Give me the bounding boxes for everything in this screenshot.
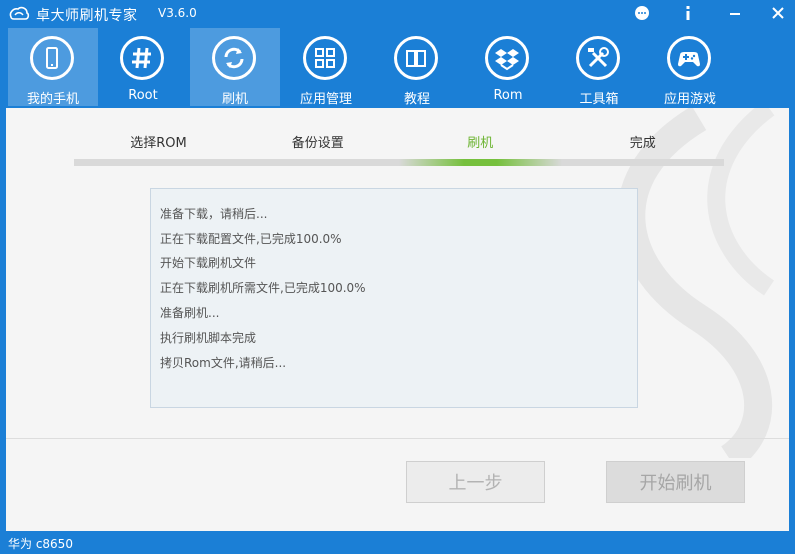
nav-label: 工具箱: [579, 92, 619, 107]
step-backup-settings: 备份设置: [291, 136, 344, 151]
apps-grid-icon: [303, 36, 347, 80]
info-icon[interactable]: [668, 0, 708, 26]
nav-rom[interactable]: Rom: [463, 28, 553, 106]
flash-log-panel: 准备下载，请稍后... 正在下载配置文件,已完成100.0% 开始下载刷机文件 …: [150, 188, 638, 408]
book-icon: [394, 36, 438, 80]
box-icon: [485, 36, 529, 80]
step-flash: 刷机: [467, 136, 494, 151]
step-done: 完成: [629, 136, 656, 151]
nav-label: Root: [128, 88, 158, 103]
main-nav: 我的手机 Root 刷机 应用管理 教程 Rom 工具箱 应用游戏: [0, 28, 795, 107]
hash-icon: [120, 36, 164, 80]
title-bar[interactable]: 卓大师刷机专家 V3.6.0: [0, 0, 795, 28]
nav-flash[interactable]: 刷机: [190, 28, 280, 107]
start-flash-button[interactable]: 开始刷机: [606, 461, 745, 503]
phone-icon: [30, 36, 74, 80]
step-progress-fill: [399, 159, 562, 166]
nav-tutorial[interactable]: 教程: [372, 28, 462, 107]
nav-label: Rom: [493, 88, 523, 103]
nav-label: 应用游戏: [663, 92, 716, 107]
tools-icon: [576, 36, 620, 80]
device-name: 华为 c8650: [8, 537, 73, 551]
logo-icon: [9, 6, 30, 20]
step-progress-track: [74, 159, 724, 166]
nav-label: 教程: [403, 92, 430, 107]
nav-label: 刷机: [221, 92, 248, 107]
nav-app-manage[interactable]: 应用管理: [281, 28, 371, 107]
app-title: 卓大师刷机专家: [36, 8, 138, 24]
nav-root[interactable]: Root: [98, 28, 188, 106]
nav-label: 应用管理: [299, 92, 352, 107]
app-version: V3.6.0: [158, 6, 197, 20]
log-line: 正在下载刷机所需文件,已完成100.0%: [160, 281, 366, 295]
step-indicator: 选择ROM 备份设置 刷机 完成: [74, 132, 724, 152]
log-line: 拷贝Rom文件,请稍后...: [160, 356, 287, 370]
minimize-icon[interactable]: [715, 0, 755, 26]
close-icon[interactable]: [758, 0, 795, 26]
nav-my-phone[interactable]: 我的手机: [8, 28, 98, 107]
log-line: 执行刷机脚本完成: [160, 331, 257, 345]
message-icon[interactable]: [622, 0, 662, 26]
log-line: 准备刷机...: [160, 306, 220, 320]
app-window: 卓大师刷机专家 V3.6.0 我的手机 Root 刷机 应用管理 教程 Rom …: [0, 0, 795, 554]
nav-app-games[interactable]: 应用游戏: [645, 28, 735, 107]
log-line: 正在下载配置文件,已完成100.0%: [160, 232, 342, 246]
content-divider: [6, 438, 789, 439]
back-button[interactable]: 上一步: [406, 461, 545, 503]
refresh-icon: [212, 36, 256, 80]
log-line: 准备下载，请稍后...: [160, 207, 268, 221]
nav-label: 我的手机: [26, 92, 79, 107]
log-line: 开始下载刷机文件: [160, 256, 257, 270]
status-bar: 华为 c8650: [0, 532, 795, 554]
nav-toolbox[interactable]: 工具箱: [554, 28, 644, 107]
step-select-rom: 选择ROM: [130, 136, 187, 151]
content-panel: 选择ROM 备份设置 刷机 完成 准备下载，请稍后... 正在下载配置文件,已完…: [6, 108, 789, 531]
gamepad-icon: [667, 36, 711, 80]
